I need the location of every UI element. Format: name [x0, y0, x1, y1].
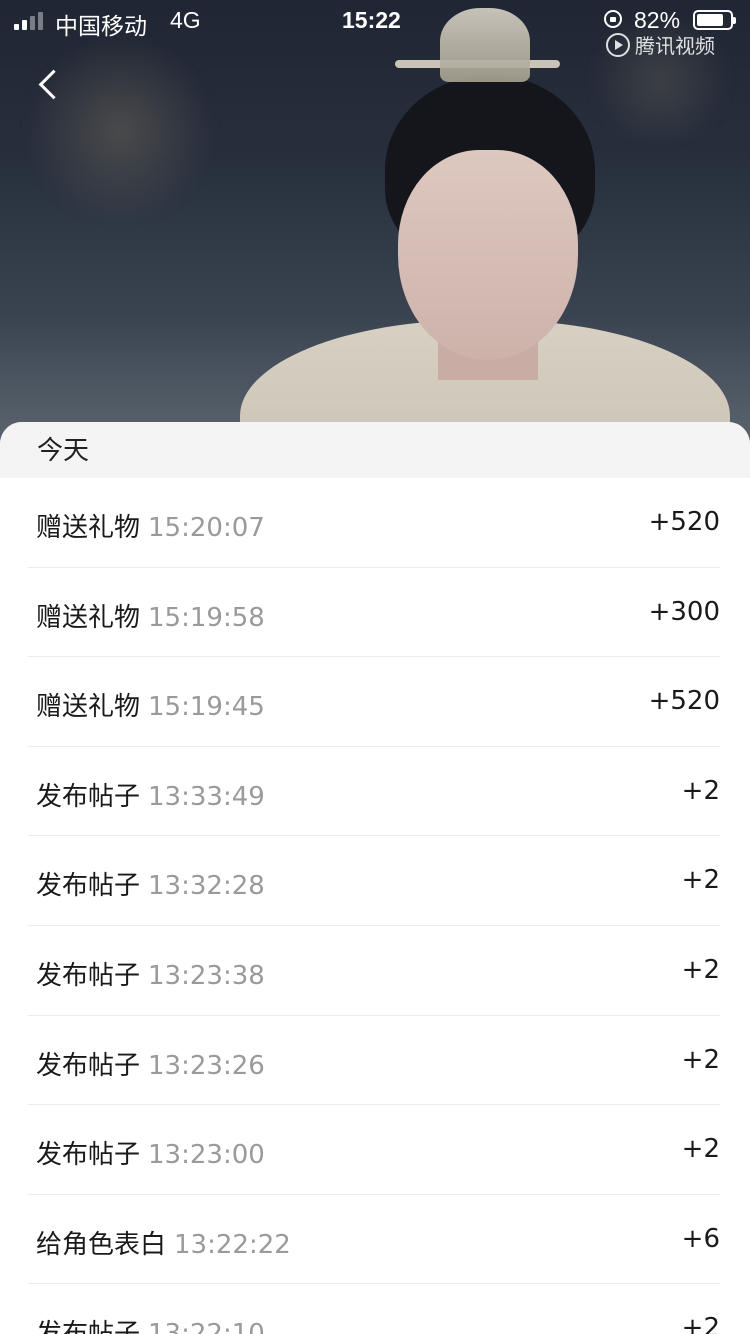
section-header-today: 今天 — [0, 422, 750, 478]
rotation-lock-icon — [604, 10, 622, 28]
signal-bar — [30, 16, 35, 30]
record-label-group: 赠送礼物 15:20:07 — [36, 507, 265, 544]
record-action: 赠送礼物 — [36, 602, 141, 633]
record-action: 给角色表白 — [36, 1229, 167, 1260]
character-face — [398, 150, 578, 360]
record-list: 赠送礼物 15:20:07 +520 赠送礼物 15:19:58 +300 赠送礼物 15:1… — [0, 478, 750, 1334]
points-record-sheet: 今天 赠送礼物 15:20:07 +520 赠送礼物 15:19:58 +300 赠送礼物 1… — [0, 422, 750, 1334]
record-label-group: 赠送礼物 15:19:58 — [36, 597, 265, 634]
record-points: +520 — [648, 686, 720, 717]
record-action: 发布帖子 — [36, 1319, 140, 1334]
record-action: 赠送礼物 — [36, 513, 141, 543]
back-button[interactable] — [26, 62, 74, 110]
record-row[interactable]: 赠送礼物 15:19:58 +300 — [28, 568, 720, 658]
record-points: +2 — [681, 1313, 720, 1334]
signal-bar — [22, 20, 27, 30]
record-points: +520 — [648, 507, 720, 537]
record-action: 发布帖子 — [36, 871, 141, 902]
record-row[interactable]: 发布帖子 13:33:49 +2 — [28, 747, 720, 837]
chevron-left-icon — [38, 69, 69, 100]
tencent-video-watermark: 腾讯视频 — [606, 30, 715, 59]
signal-bar — [38, 12, 43, 30]
record-row[interactable]: 发布帖子 13:23:00 +2 — [28, 1105, 720, 1195]
record-label-group: 发布帖子 13:23:38 — [36, 955, 265, 992]
record-time: 15:19:45 — [148, 692, 265, 723]
record-time: 13:33:49 — [148, 781, 265, 812]
record-points: +6 — [681, 1223, 720, 1254]
record-time: 15:20:07 — [148, 513, 265, 543]
record-time: 13:23:38 — [148, 960, 265, 991]
record-label-group: 赠送礼物 15:19:45 — [36, 686, 265, 723]
battery-level-fill — [697, 14, 723, 26]
record-label-group: 发布帖子 13:32:28 — [36, 865, 265, 902]
record-time: 13:22:22 — [174, 1229, 291, 1260]
record-points: +2 — [681, 775, 720, 806]
record-action: 发布帖子 — [36, 1050, 141, 1081]
record-row[interactable]: 赠送礼物 15:20:07 +520 — [28, 478, 720, 568]
record-action: 赠送礼物 — [36, 692, 141, 723]
watermark-text: 腾讯视频 — [635, 34, 715, 58]
record-row[interactable]: 发布帖子 13:23:38 +2 — [28, 926, 720, 1016]
record-time: 13:32:28 — [148, 871, 265, 902]
record-action: 发布帖子 — [36, 1140, 141, 1171]
video-still — [0, 0, 750, 450]
record-time: 13:22:10 — [148, 1319, 265, 1334]
record-label-group: 发布帖子 13:23:00 — [36, 1134, 265, 1171]
record-action: 发布帖子 — [36, 960, 141, 991]
record-row[interactable]: 给角色表白 13:22:22 +6 — [28, 1195, 720, 1285]
signal-strength-icon — [14, 10, 43, 30]
play-logo-icon — [606, 32, 630, 57]
record-label-group: 给角色表白 13:22:22 — [36, 1224, 291, 1261]
record-row[interactable]: 发布帖子 13:22:10 +2 — [28, 1284, 720, 1334]
record-action: 发布帖子 — [36, 781, 141, 812]
record-row[interactable]: 发布帖子 13:23:26 +2 — [28, 1016, 720, 1106]
record-points: +2 — [681, 1134, 720, 1165]
record-row[interactable]: 发布帖子 13:32:28 +2 — [28, 836, 720, 926]
record-label-group: 发布帖子 13:23:26 — [36, 1045, 265, 1082]
record-label-group: 发布帖子 13:33:49 — [36, 776, 265, 813]
battery-icon — [693, 10, 736, 30]
network-type: 4G — [170, 7, 201, 33]
record-points: +2 — [681, 954, 720, 985]
status-time: 15:22 — [342, 7, 401, 33]
record-points: +300 — [648, 596, 720, 627]
record-points: +2 — [681, 1044, 720, 1075]
record-points: +2 — [681, 865, 720, 896]
carrier-name: 中国移动 — [55, 13, 147, 39]
record-time: 13:23:00 — [148, 1140, 265, 1171]
record-time: 13:23:26 — [148, 1050, 265, 1081]
record-label-group: 发布帖子 13:22:10 — [36, 1313, 265, 1334]
record-time: 15:19:58 — [148, 602, 265, 633]
record-row[interactable]: 赠送礼物 15:19:45 +520 — [28, 657, 720, 747]
signal-bar — [14, 24, 19, 30]
